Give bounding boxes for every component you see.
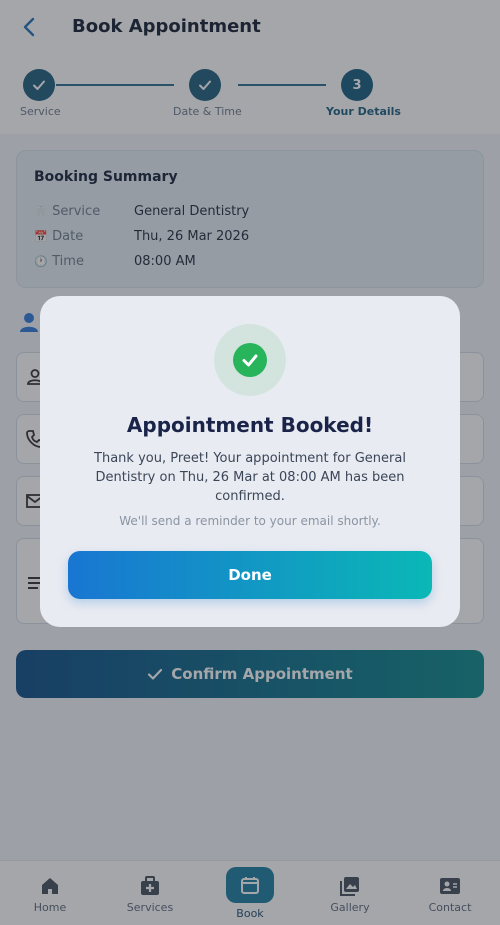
success-check-icon bbox=[233, 343, 267, 377]
dialog-message: Thank you, Preet! Your appointment for G… bbox=[94, 451, 406, 504]
dialog-title: Appointment Booked! bbox=[126, 413, 374, 437]
booking-success-dialog: Appointment Booked! Thank you, Preet! Yo… bbox=[40, 296, 460, 627]
dialog-note: We'll send a reminder to your email shor… bbox=[119, 514, 381, 528]
done-button[interactable]: Done bbox=[68, 551, 432, 599]
success-badge bbox=[214, 324, 286, 396]
